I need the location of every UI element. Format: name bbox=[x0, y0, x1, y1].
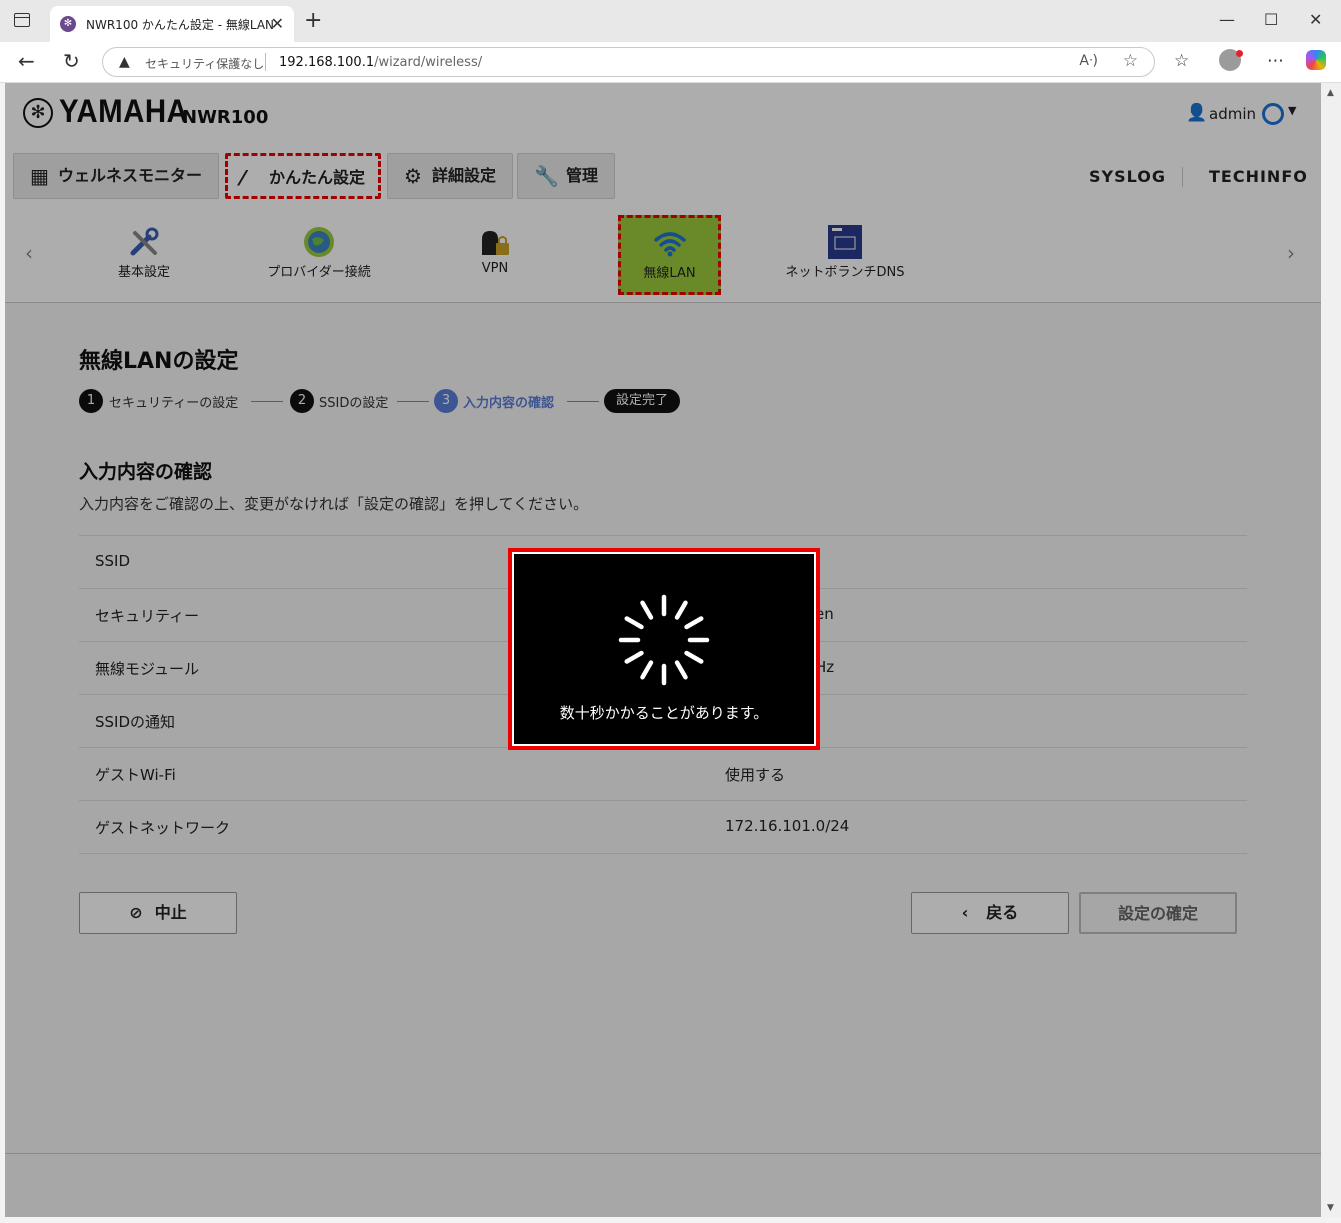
page-scrollbar[interactable] bbox=[1321, 83, 1341, 1217]
maximize-icon[interactable]: ☐ bbox=[1264, 10, 1278, 29]
loading-dialog: 数十秒かかることがあります。 bbox=[508, 548, 820, 750]
router-admin-page: ✻ YAMAHA NWR100 👤 admin ▼ ▦ ウェルネスモニター ⁄ … bbox=[5, 83, 1321, 1217]
reload-icon[interactable]: ↻ bbox=[63, 50, 80, 72]
window-close-icon[interactable]: ✕ bbox=[1309, 10, 1322, 29]
url-host: 192.168.100.1 bbox=[279, 55, 375, 70]
close-tab-icon[interactable]: ✕ bbox=[271, 14, 284, 33]
more-menu-icon[interactable]: ⋯ bbox=[1267, 51, 1284, 71]
scroll-down-icon[interactable]: ▼ bbox=[1327, 1203, 1334, 1213]
url-path: /wizard/wireless/ bbox=[374, 55, 483, 70]
minimize-icon[interactable]: — bbox=[1219, 10, 1235, 29]
new-tab-icon[interactable]: + bbox=[304, 10, 322, 32]
browser-tab[interactable]: ✻ NWR100 かんたん設定 - 無線LAN ✕ bbox=[50, 6, 294, 42]
scroll-up-icon[interactable]: ▲ bbox=[1327, 88, 1334, 98]
tab-title: NWR100 かんたん設定 - 無線LAN bbox=[86, 18, 275, 32]
favorite-star-icon[interactable]: ☆ bbox=[1123, 51, 1138, 71]
loading-spinner-icon bbox=[618, 594, 710, 686]
back-arrow-icon[interactable]: ← bbox=[18, 50, 35, 72]
favorites-icon[interactable]: ☆ bbox=[1174, 51, 1189, 71]
copilot-icon[interactable] bbox=[1306, 50, 1326, 70]
loading-message: 数十秒かかることがあります。 bbox=[559, 704, 769, 722]
tab-actions-icon[interactable] bbox=[14, 13, 30, 27]
address-bar-row: ← ↻ ▲ セキュリティ保護なし 192.168.100.1/wizard/wi… bbox=[0, 42, 1341, 83]
read-aloud-icon[interactable]: Aᐧ) bbox=[1079, 53, 1098, 69]
browser-tab-bar: ✻ NWR100 かんたん設定 - 無線LAN ✕ + — ☐ ✕ bbox=[0, 0, 1341, 42]
address-bar[interactable]: ▲ セキュリティ保護なし 192.168.100.1/wizard/wirele… bbox=[102, 47, 1155, 77]
security-label[interactable]: セキュリティ保護なし bbox=[145, 55, 264, 72]
warning-icon[interactable]: ▲ bbox=[119, 54, 130, 70]
url-separator bbox=[265, 53, 266, 71]
yamaha-favicon-icon: ✻ bbox=[60, 16, 76, 32]
url-text[interactable]: 192.168.100.1/wizard/wireless/ bbox=[279, 55, 482, 70]
profile-notification-dot bbox=[1236, 50, 1243, 57]
